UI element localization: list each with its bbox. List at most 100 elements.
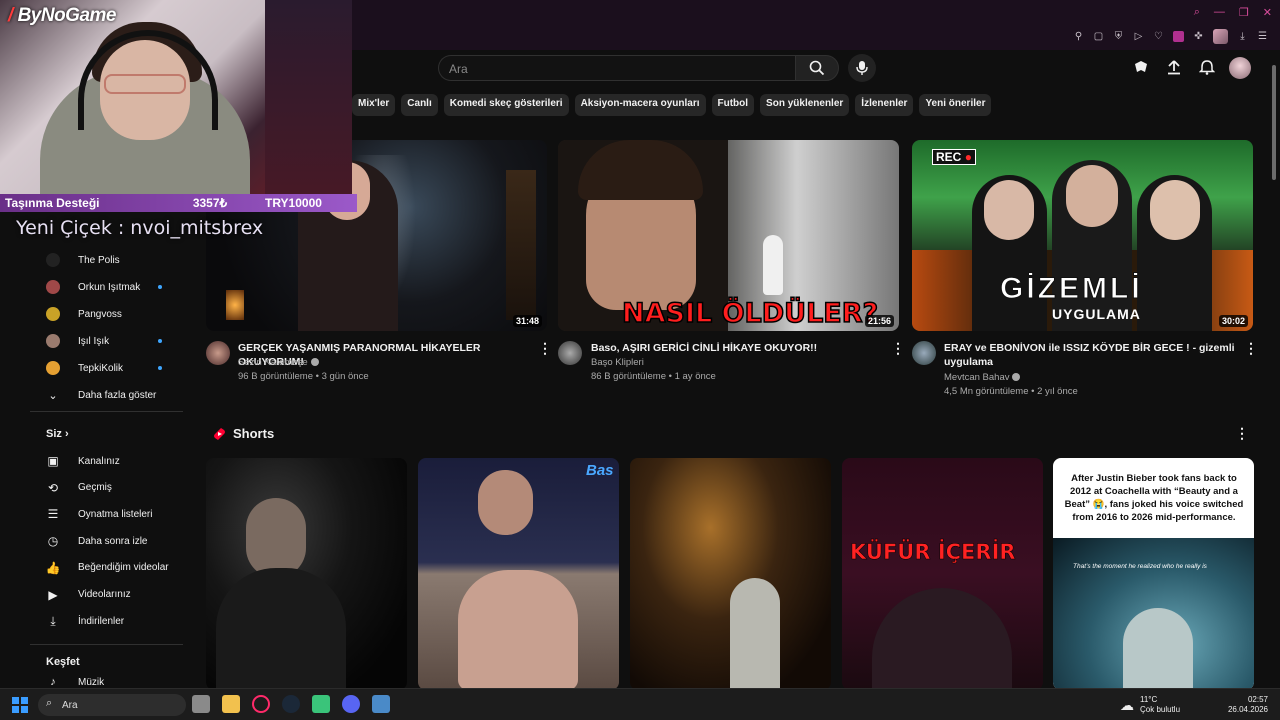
watch-later-icon: ◷: [47, 534, 59, 549]
extension-icon[interactable]: [1173, 31, 1184, 42]
video-title[interactable]: ERAY ve EBONİVON ile ISSIZ KÖYDE BİR GEC…: [944, 341, 1239, 369]
candle: [226, 290, 244, 320]
puzzle-icon[interactable]: ✜: [1193, 31, 1204, 42]
sidebar-item[interactable]: ▶ Videolarınız: [46, 585, 130, 605]
sidebar-divider: [30, 411, 183, 412]
system-clock[interactable]: 02:57 26.04.2026: [1228, 695, 1268, 715]
more-options-icon[interactable]: ⋮: [538, 340, 552, 357]
sidebar-channel[interactable]: The Polis: [46, 250, 120, 270]
channel-avatar[interactable]: [558, 341, 582, 365]
download-icon[interactable]: ⤓: [1237, 31, 1248, 42]
sidebar-item[interactable]: 👍 Beğendiğim videolar: [46, 558, 169, 578]
sidebar-item[interactable]: ⤓ İndirilenler: [46, 611, 124, 631]
play-icon[interactable]: ▷: [1133, 31, 1144, 42]
scrollbar-thumb[interactable]: [1272, 65, 1276, 180]
sidebar-item[interactable]: ◷ Daha sonra izle: [46, 531, 148, 551]
sidebar-channel[interactable]: Pangvoss: [46, 304, 122, 324]
short-overlay-text: Bas: [586, 462, 614, 479]
minimize-icon[interactable]: —: [1214, 6, 1225, 19]
channel-avatar[interactable]: [206, 341, 230, 365]
sidebar-channel[interactable]: TepkiKolik: [46, 358, 123, 378]
menu-icon[interactable]: ☰: [1257, 31, 1268, 42]
channel-avatar: [46, 307, 60, 321]
more-options-icon[interactable]: ⋮: [891, 340, 905, 357]
page-scrollbar[interactable]: [1270, 55, 1278, 688]
video-thumbnail[interactable]: NASIL ÖLDÜLER? 21:56: [558, 140, 899, 331]
channel-name-text: Sezin Karameşe: [238, 357, 308, 368]
your-videos-icon: ▶: [48, 587, 58, 602]
sidebar-you-heading[interactable]: Siz ›: [46, 428, 69, 440]
sidebar-channel[interactable]: Işıl Işık: [46, 331, 109, 351]
filter-chip[interactable]: İzlenenler: [855, 94, 914, 116]
app-blue-icon[interactable]: [372, 695, 390, 713]
short-item[interactable]: After Justin Bieber took fans back to 20…: [1053, 458, 1254, 690]
filter-chip[interactable]: Canlı: [401, 94, 438, 116]
shield-icon[interactable]: ⛨: [1113, 31, 1124, 42]
short-item[interactable]: [630, 458, 831, 690]
taskbar-search[interactable]: ⌕ Ara: [38, 694, 186, 716]
search-icon[interactable]: ⌕: [1194, 6, 1200, 19]
short-item[interactable]: KÜFÜR İÇERİR: [842, 458, 1043, 690]
browser-profile-avatar[interactable]: [1213, 29, 1228, 44]
sidebar-show-more-label: Daha fazla göster: [78, 389, 157, 401]
sidebar-show-more[interactable]: ⌄ Daha fazla göster: [46, 385, 156, 405]
channel-avatar[interactable]: [912, 341, 936, 365]
sidebar-item[interactable]: ♪ Müzik: [46, 676, 104, 688]
shelf: [506, 170, 536, 320]
video-duration: 30:02: [1218, 315, 1248, 327]
video-thumbnail[interactable]: REC ● GİZEMLİ UYGULAMA 30:02: [912, 140, 1253, 331]
sidebar-item[interactable]: ⟲ Geçmiş: [46, 478, 112, 498]
channel-name[interactable]: Sezin Karameşe: [238, 356, 319, 370]
windows-taskbar: ⌕ Ara ☁ 11°C Çok bulutlu 02:57 26.04.202…: [0, 688, 1280, 720]
live-indicator-icon: [158, 285, 162, 289]
windows-start-icon[interactable]: [12, 697, 28, 713]
sidebar-item-label: Geçmiş: [78, 482, 112, 494]
filter-chip[interactable]: Komedi skeç gösterileri: [443, 94, 569, 116]
filter-chips: Mix'ler Canlı Komedi skeç gösterileri Aksiy…: [352, 94, 992, 116]
account-avatar[interactable]: [1229, 57, 1251, 79]
upload-button[interactable]: [1165, 58, 1183, 76]
gaming-button[interactable]: [1132, 58, 1150, 76]
tab-icon[interactable]: ▢: [1093, 31, 1104, 42]
short-item[interactable]: [206, 458, 407, 690]
search-input[interactable]: Ara: [438, 55, 796, 81]
filter-chip[interactable]: Mix'ler: [352, 94, 396, 116]
weather-desc: Çok bulutlu: [1140, 705, 1181, 714]
sidebar-item[interactable]: ▣ Kanalınız: [46, 451, 119, 471]
app-green-icon[interactable]: [312, 695, 330, 713]
search-button[interactable]: [795, 55, 839, 81]
filter-chip[interactable]: Futbol: [711, 94, 755, 116]
person-face: [246, 498, 306, 578]
ghost-figure: [763, 235, 783, 295]
filter-chip[interactable]: Aksiyon-macera oyunları: [574, 94, 706, 116]
more-options-icon[interactable]: ⋮: [1244, 340, 1258, 357]
person-body: [216, 568, 346, 690]
channel-name[interactable]: Mevtcan Bahav: [944, 371, 1021, 385]
task-view-icon[interactable]: [192, 695, 210, 713]
video-meta: 96 B görüntüleme • 3 gün önce: [238, 371, 369, 382]
playlists-icon: ☰: [47, 507, 59, 522]
steam-icon[interactable]: [282, 695, 300, 713]
live-indicator-icon: [158, 339, 162, 343]
file-explorer-icon[interactable]: [222, 695, 240, 713]
channel-name[interactable]: Başo Klipleri: [591, 356, 644, 370]
short-item[interactable]: Bas: [418, 458, 619, 690]
maximize-icon[interactable]: ❐: [1239, 6, 1249, 19]
voice-search-button[interactable]: [848, 54, 876, 82]
sidebar-item[interactable]: ☰ Oynatma listeleri: [46, 504, 153, 524]
filter-chip[interactable]: Son yüklenenler: [760, 94, 850, 116]
thumbnail-text: GİZEMLİ: [1000, 272, 1143, 306]
discord-icon[interactable]: [342, 695, 360, 713]
shorts-more-options-icon[interactable]: ⋮: [1235, 425, 1249, 442]
close-icon[interactable]: ✕: [1263, 6, 1272, 19]
sidebar-channel[interactable]: Orkun Işıtmak: [46, 277, 140, 297]
filter-chip[interactable]: Yeni öneriler: [919, 94, 992, 116]
sidebar-item-label: Oynatma listeleri: [78, 508, 153, 520]
video-title[interactable]: Baso, AŞIRI GERİCİ CİNLİ HİKAYE OKUYOR!!: [591, 341, 886, 355]
pin-icon[interactable]: ⚲: [1073, 31, 1084, 42]
notifications-button[interactable]: [1198, 58, 1216, 76]
face-right: [1150, 180, 1200, 240]
heart-icon[interactable]: ♡: [1153, 31, 1164, 42]
weather-widget[interactable]: ☁ 11°C Çok bulutlu: [1120, 695, 1180, 715]
opera-gx-icon[interactable]: [252, 695, 270, 713]
